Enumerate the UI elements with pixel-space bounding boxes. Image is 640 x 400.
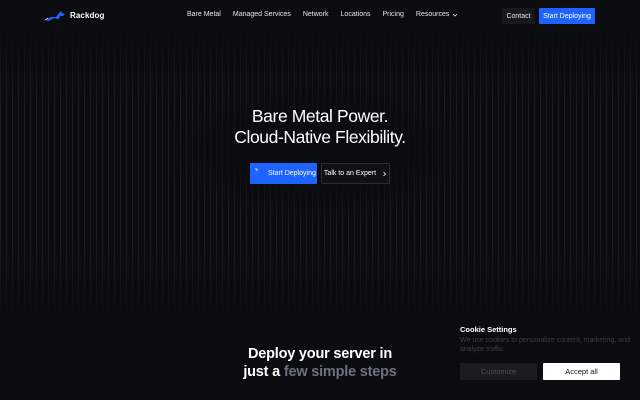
steps-heading-line1: Deploy your server in — [247, 346, 393, 362]
cookie-accept-all-button[interactable]: Accept all — [543, 363, 620, 380]
steps-heading-highlight: few simple steps — [283, 364, 397, 380]
cookie-customize-button[interactable]: Customize — [460, 363, 537, 380]
hero-title: Bare Metal Power. Cloud-Native Flexibili… — [0, 106, 640, 148]
hero-title-line2: Cloud-Native Flexibility. — [234, 127, 406, 147]
dog-logo-icon — [44, 11, 65, 21]
hero-start-deploying-label: Start Deploying — [268, 170, 316, 177]
nav-link-resources[interactable]: Resources — [416, 11, 458, 18]
contact-button[interactable]: Contact — [502, 8, 535, 24]
nav-links: Bare Metal Managed Services Network Loca… — [187, 11, 458, 18]
top-navigation: Rackdog Bare Metal Managed Services Netw… — [0, 0, 640, 32]
nav-link-pricing[interactable]: Pricing — [383, 11, 404, 18]
cookie-description: We use cookies to personalize content, m… — [460, 337, 630, 353]
corner-accent-icon — [255, 168, 258, 171]
cookie-title: Cookie Settings — [460, 325, 517, 334]
chevron-down-icon — [453, 13, 458, 17]
nav-link-network[interactable]: Network — [303, 11, 329, 18]
nav-start-deploying-button[interactable]: Start Deploying — [539, 8, 595, 24]
chevron-right-icon — [383, 171, 387, 176]
nav-link-resources-label: Resources — [415, 11, 450, 18]
hero-start-deploying-button[interactable]: Start Deploying — [250, 163, 317, 184]
cookie-banner: Cookie Settings We use cookies to person… — [450, 318, 640, 400]
nav-link-locations[interactable]: Locations — [341, 11, 371, 18]
steps-heading-prefix: just a — [243, 364, 280, 380]
brand-name: Rackdog — [70, 11, 105, 20]
hero-backdrop — [170, 80, 470, 220]
talk-to-expert-button[interactable]: Talk to an Expert — [321, 163, 390, 184]
nav-link-bare-metal[interactable]: Bare Metal — [187, 11, 221, 18]
nav-link-managed-services[interactable]: Managed Services — [233, 11, 291, 18]
talk-to-expert-label: Talk to an Expert — [323, 170, 377, 177]
brand-logo[interactable]: Rackdog — [44, 9, 105, 22]
hero-title-line1: Bare Metal Power. — [251, 106, 389, 126]
